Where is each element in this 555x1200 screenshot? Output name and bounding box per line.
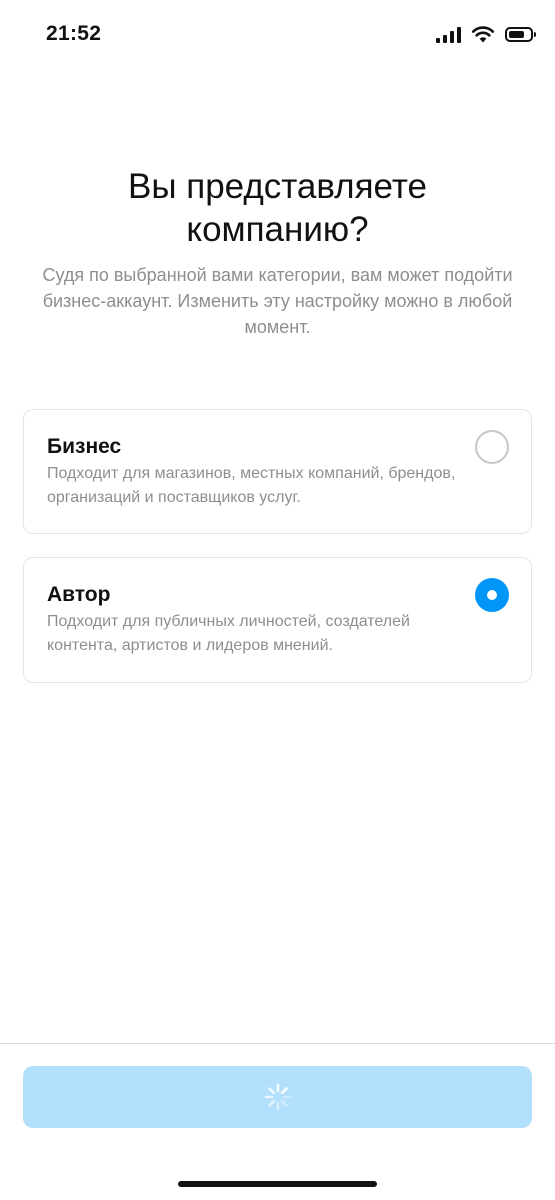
option-title-business: Бизнес	[47, 435, 122, 458]
option-card-business[interactable]: Бизнес Подходит для магазинов, местных к…	[23, 409, 532, 534]
footer-divider	[0, 1043, 555, 1044]
page-subtitle: Судя по выбранной вами категории, вам мо…	[42, 265, 513, 337]
wifi-icon	[471, 26, 495, 43]
battery-icon	[505, 26, 536, 42]
cellular-signal-icon	[436, 26, 461, 43]
status-bar: 21:52	[0, 0, 555, 70]
loading-spinner-icon	[264, 1083, 291, 1111]
radio-button-author[interactable]	[475, 578, 509, 612]
status-icons	[436, 25, 536, 43]
status-time: 21:52	[46, 22, 102, 45]
radio-button-business[interactable]	[475, 430, 509, 464]
battery-level	[509, 30, 524, 38]
option-description-business: Подходит для магазинов, местных компаний…	[47, 465, 456, 506]
option-card-author[interactable]: Автор Подходит для публичных личностей, …	[23, 557, 532, 683]
option-description-author: Подходит для публичных личностей, создат…	[47, 613, 410, 654]
page-title: Вы представляете компанию?	[128, 167, 427, 249]
home-indicator	[178, 1181, 377, 1187]
next-button[interactable]	[23, 1066, 532, 1128]
option-title-author: Автор	[47, 583, 111, 606]
